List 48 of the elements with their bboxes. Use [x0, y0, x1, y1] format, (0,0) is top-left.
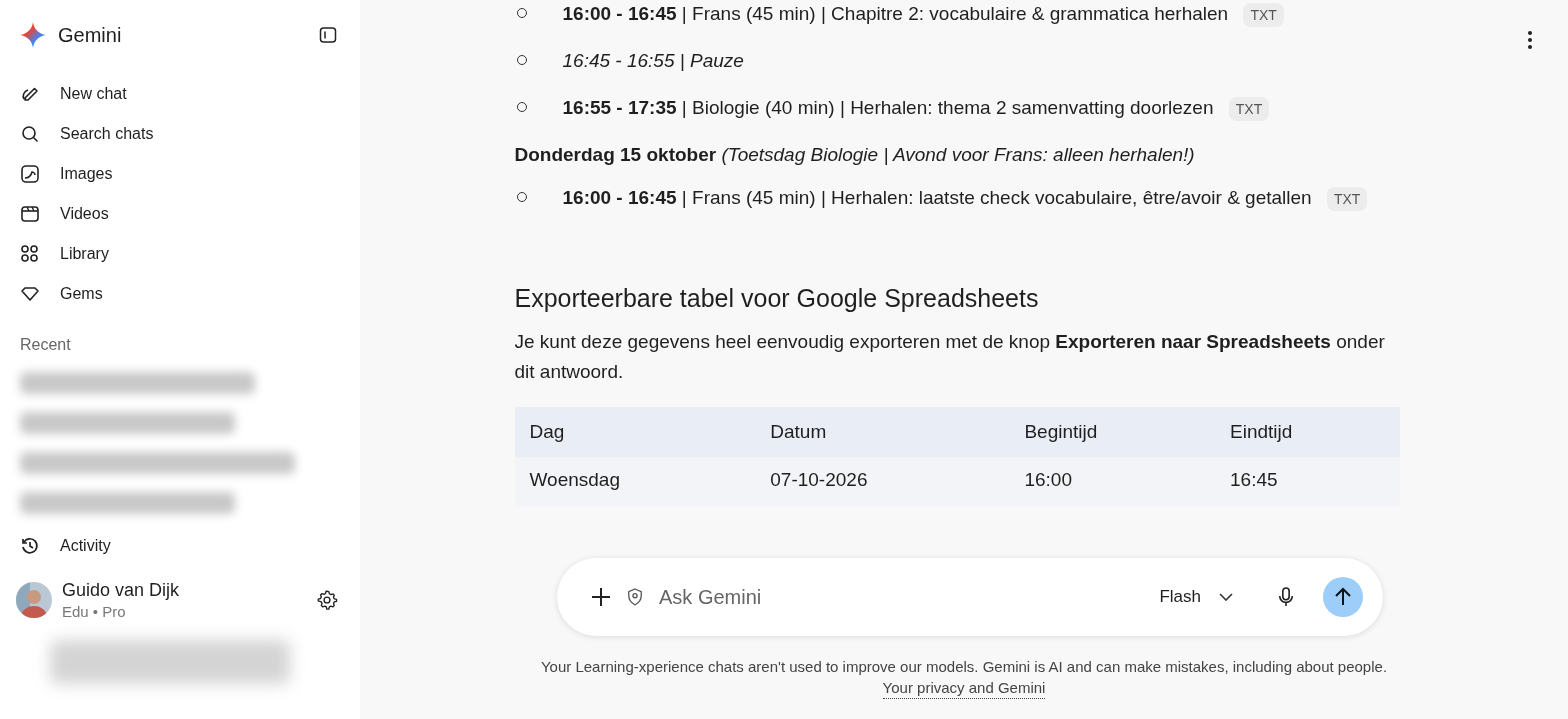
- nav-item[interactable]: New chat: [20, 74, 127, 114]
- nav-item[interactable]: Videos: [20, 194, 109, 234]
- model-selector[interactable]: Flash: [1153, 586, 1239, 608]
- image-icon: [20, 164, 40, 184]
- brand-name: Gemini: [58, 23, 122, 47]
- table-cell: 16:00: [1009, 457, 1215, 507]
- schedule-line: 16:55 - 17:35 | Biologie (40 min) | Herhalen: thema 2 samenvatting doorlezen: [562, 97, 1214, 118]
- send-button[interactable]: [1323, 577, 1363, 617]
- search-icon: [20, 124, 40, 144]
- more-options-icon[interactable]: [1527, 30, 1533, 50]
- table-cell: Woensdag: [514, 457, 756, 507]
- nav-item[interactable]: Gems: [20, 274, 103, 314]
- nav-item[interactable]: Search chats: [20, 114, 154, 154]
- file-type-badge: TXT: [1228, 97, 1270, 121]
- settings-icon[interactable]: [316, 589, 338, 611]
- column-header: Dag: [514, 407, 756, 457]
- file-type-badge: TXT: [1243, 3, 1284, 27]
- location-pin-icon: [627, 588, 643, 606]
- privacy-link[interactable]: Your privacy and Gemini: [882, 677, 1046, 699]
- diamond-icon: [20, 284, 40, 304]
- grid-icon: [20, 244, 40, 264]
- disclaimer-text: Your Learning-xperience chats aren't used to improve our models. Gemini is AI and can make mistakes, including about people.: [540, 657, 1388, 677]
- file-type-badge: TXT: [1326, 187, 1368, 211]
- prompt-input[interactable]: Ask Gemini: [657, 584, 1140, 610]
- nav-item[interactable]: Library: [20, 234, 109, 274]
- paragraph: Je kunt deze gegevens heel eenvoudig exporteren met de knop Exporteren naar Spreadsheets onder dit antwoord.: [514, 330, 1386, 384]
- column-header: Begintijd: [1009, 407, 1215, 457]
- plus-icon[interactable]: [589, 585, 613, 609]
- schedule-line: 16:00 - 16:45 | Frans (45 min) | Herhalen: laatste check vocabulaire, être/avoir & getallen: [562, 187, 1312, 208]
- schedule-line: 16:00 - 16:45 | Frans (45 min) | Chapitre 2: vocabulaire & grammatica herhalen: [562, 3, 1229, 24]
- section-heading: Recent: [20, 336, 72, 355]
- column-header: Datum: [755, 407, 1010, 457]
- column-header: Eindtijd: [1215, 407, 1400, 457]
- table-cell: 16:45: [1215, 457, 1400, 507]
- sparkle-logo-icon: [20, 22, 46, 48]
- plan-label: Edu • Pro: [62, 603, 127, 620]
- sidebar-toggle-icon[interactable]: [319, 26, 337, 44]
- video-icon: [20, 204, 40, 224]
- chevron-down-icon: [1219, 593, 1233, 601]
- schedule-line: 16:45 - 16:55 | Pauze: [562, 50, 744, 71]
- nav-item[interactable]: Activity: [20, 526, 111, 566]
- section-title: Exporteerbare tabel voor Google Spreadsheets: [514, 284, 1040, 313]
- microphone-icon[interactable]: [1277, 586, 1295, 608]
- day-heading: Donderdag 15 oktober (Toetsdag Biologie | Avond voor Frans: alleen herhalen!): [514, 144, 1196, 166]
- nav-item[interactable]: Images: [20, 154, 113, 194]
- history-icon: [20, 536, 40, 556]
- user-name: Guido van Dijk: [62, 580, 180, 601]
- table-cell: 07-10-2026: [755, 457, 1010, 507]
